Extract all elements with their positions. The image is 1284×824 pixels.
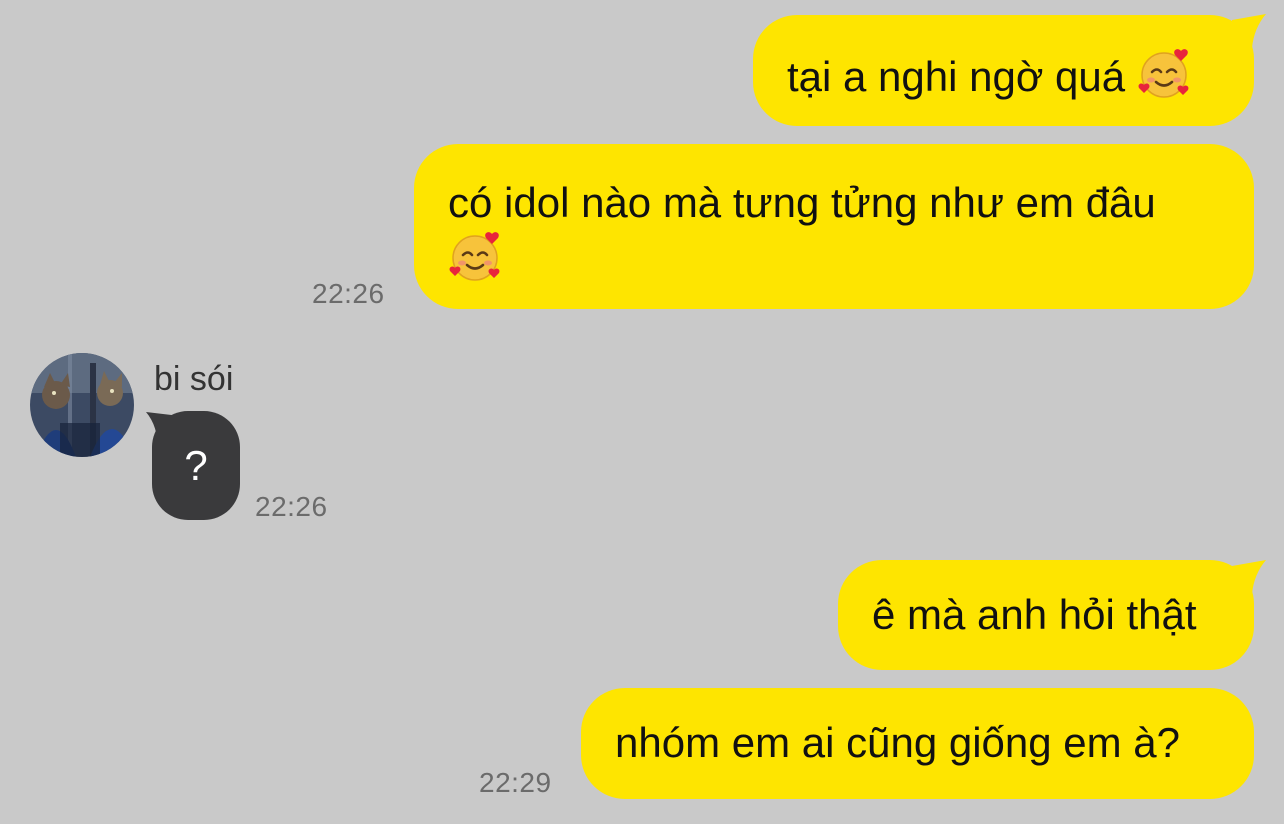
message-text: ê mà anh hỏi thật [872, 591, 1197, 638]
message-bubble-outgoing[interactable]: nhóm em ai cũng giống em à? [581, 688, 1254, 799]
smiling-face-with-hearts-icon [448, 228, 504, 284]
message-timestamp: 22:29 [479, 767, 552, 798]
message-bubble-outgoing[interactable]: có idol nào mà tưng tửng như em đâu [414, 144, 1254, 309]
avatar[interactable] [30, 353, 134, 457]
message-bubble-outgoing[interactable]: ê mà anh hỏi thật [838, 560, 1254, 670]
message-text: tại a nghi ngờ quá [787, 53, 1126, 100]
bubble-tail [1232, 560, 1266, 594]
sender-name: bi sói [154, 360, 234, 398]
message-timestamp: 22:26 [255, 491, 328, 522]
message-text: có idol nào mà tưng tửng như em đâu [448, 179, 1156, 226]
message-bubble-outgoing[interactable]: tại a nghi ngờ quá [753, 15, 1254, 126]
bubble-tail [1232, 14, 1266, 48]
message-bubble-incoming[interactable]: ? [152, 411, 240, 520]
message-text: nhóm em ai cũng giống em à? [615, 719, 1181, 766]
chat-thread: tại a nghi ngờ quá có idol nào mà tưng t… [0, 0, 1284, 824]
smiling-face-with-hearts-icon [1137, 45, 1193, 101]
message-timestamp: 22:26 [312, 278, 385, 309]
message-text: ? [184, 442, 208, 489]
